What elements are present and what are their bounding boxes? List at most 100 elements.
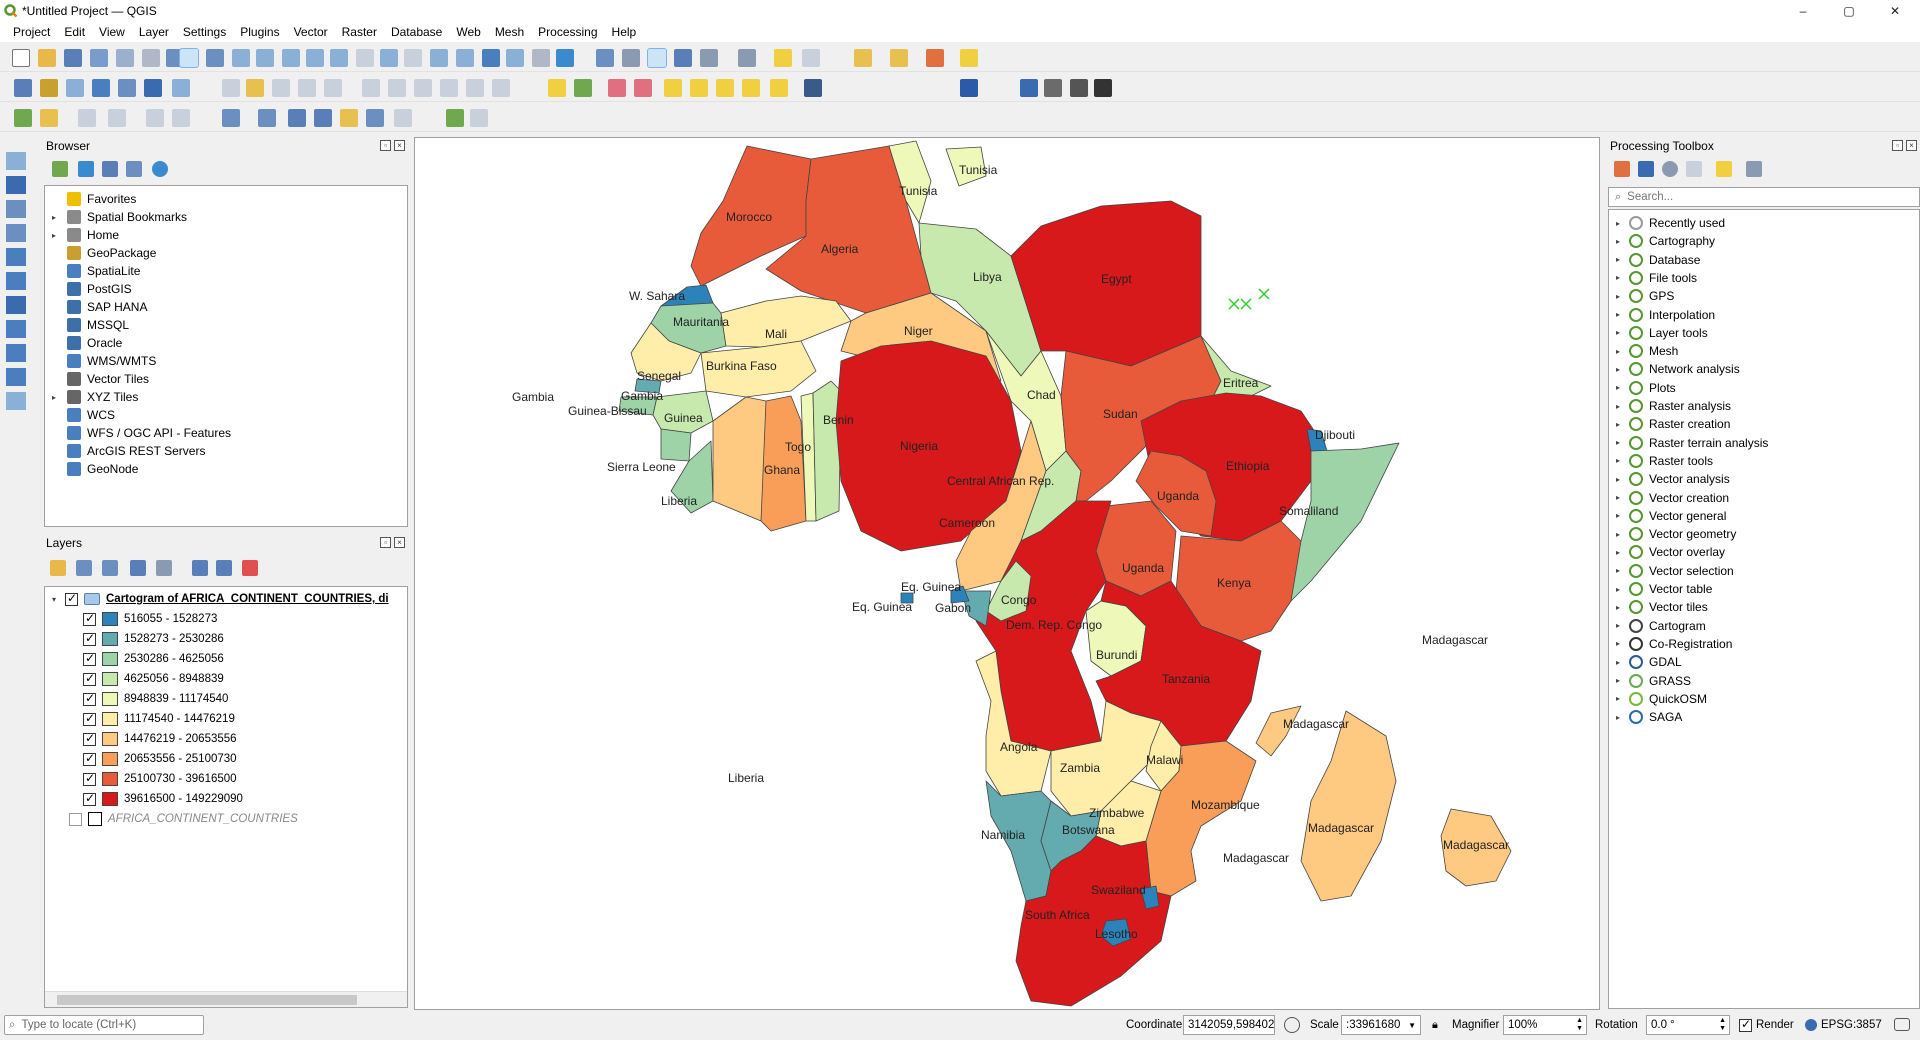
browser-item[interactable]: ArcGIS REST Servers xyxy=(49,442,205,460)
expand-arrow-icon[interactable]: ▸ xyxy=(1613,603,1623,612)
toolbox-provider-item[interactable]: ▸ Vector general xyxy=(1613,507,1726,525)
expand-arrow-icon[interactable]: ▸ xyxy=(1613,621,1623,630)
browser-item[interactable]: WMS/WMTS xyxy=(49,352,156,370)
new-map-view-icon[interactable] xyxy=(430,49,448,67)
class-visibility-checkbox[interactable] xyxy=(83,651,96,666)
expand-arrow-icon[interactable]: ▸ xyxy=(1613,639,1623,648)
pan-map-icon[interactable] xyxy=(179,48,199,68)
expand-all-icon[interactable] xyxy=(192,560,208,576)
digitize-edit-icon[interactable] xyxy=(40,109,58,127)
add-wcs-icon[interactable] xyxy=(6,344,26,362)
legend-class-row[interactable]: 2530286 - 4625056 xyxy=(83,649,224,669)
toolbox-provider-item[interactable]: ▸ GDAL xyxy=(1613,653,1682,671)
add-vector-layer-icon[interactable] xyxy=(6,152,26,170)
manage-map-themes-icon[interactable] xyxy=(102,560,118,576)
expand-arrow-icon[interactable]: ▸ xyxy=(1613,420,1623,429)
add-virtual-layer-icon[interactable] xyxy=(6,296,26,314)
add-selected-layers-icon[interactable] xyxy=(52,161,68,177)
expand-arrow-icon[interactable]: ▸ xyxy=(1613,493,1623,502)
paste-features-icon[interactable] xyxy=(440,79,458,97)
history-icon[interactable] xyxy=(1662,161,1678,177)
processing-toolbox-icon[interactable] xyxy=(647,48,667,68)
plugin-tool-icon[interactable] xyxy=(446,109,464,127)
map-canvas[interactable]: Tunisia Tunisia Morocco Algeria Libya Eg… xyxy=(414,137,1600,1010)
toolbox-provider-item[interactable]: ▸ SAGA xyxy=(1613,708,1682,726)
crs-value[interactable]: EPSG:3857 xyxy=(1821,1019,1882,1031)
new-3d-view-icon[interactable] xyxy=(456,49,474,67)
browser-item[interactable]: GeoNode xyxy=(49,460,138,478)
expand-arrow-icon[interactable]: ▸ xyxy=(1613,365,1623,374)
zoom-next-icon[interactable] xyxy=(404,49,422,67)
vertex-tool-icon[interactable] xyxy=(324,79,342,97)
diagram-tool-icon[interactable] xyxy=(742,79,760,97)
simplify-icon[interactable] xyxy=(314,109,332,127)
toolbox-provider-item[interactable]: ▸ Raster tools xyxy=(1613,452,1713,470)
zoom-native-icon[interactable] xyxy=(356,49,374,67)
menu-web[interactable]: Web xyxy=(449,25,487,39)
move-feature-icon[interactable] xyxy=(258,109,276,127)
toolbox-provider-item[interactable]: ▸ Cartogram xyxy=(1613,617,1706,635)
python-console-icon[interactable] xyxy=(1020,79,1038,97)
field-calculator-icon[interactable] xyxy=(700,49,718,67)
expand-arrow-icon[interactable]: ▸ xyxy=(1613,548,1623,557)
temporal-controller-icon[interactable] xyxy=(532,49,550,67)
expand-arrow-icon[interactable]: ▸ xyxy=(1613,475,1623,484)
data-source-manager-icon[interactable] xyxy=(14,79,32,97)
grid-icon[interactable] xyxy=(1094,79,1112,97)
layer-labeling-icon[interactable] xyxy=(574,79,592,97)
menu-plugins[interactable]: Plugins xyxy=(233,25,286,39)
select-by-value-icon[interactable] xyxy=(890,49,908,67)
label-properties-icon[interactable] xyxy=(770,79,788,97)
expand-arrow-icon[interactable]: ▸ xyxy=(1613,530,1623,539)
scrollbar-thumb[interactable] xyxy=(57,995,357,1005)
layers-float-button[interactable]: ▫ xyxy=(380,537,391,548)
zoom-in-icon[interactable] xyxy=(232,49,250,67)
legend-class-row[interactable]: 20653556 - 25100730 xyxy=(83,749,237,769)
toolbox-float-button[interactable]: ▫ xyxy=(1892,140,1903,151)
expand-arrow-icon[interactable]: ▸ xyxy=(1613,694,1623,703)
expand-arrow-icon[interactable]: ▸ xyxy=(1613,328,1623,337)
browser-item[interactable]: WCS xyxy=(49,406,115,424)
toolbox-provider-item[interactable]: ▸ Co-Registration xyxy=(1613,635,1732,653)
toolbox-provider-item[interactable]: ▸ Cartography xyxy=(1613,232,1715,250)
horizontal-scrollbar[interactable] xyxy=(45,991,407,1007)
layer-visibility-checkbox[interactable] xyxy=(65,591,78,606)
layer-styling-icon[interactable] xyxy=(50,560,66,576)
menu-database[interactable]: Database xyxy=(384,25,449,39)
text-annotation-icon[interactable] xyxy=(802,49,820,67)
browser-item[interactable]: MSSQL xyxy=(49,316,129,334)
magnifier-field[interactable]: 100% ▲ ▼ xyxy=(1503,1015,1587,1035)
add-raster-layer-icon[interactable] xyxy=(6,176,26,194)
python-scripts-icon[interactable] xyxy=(1638,161,1654,177)
statistics-icon[interactable] xyxy=(674,49,692,67)
redo-icon[interactable] xyxy=(492,79,510,97)
new-layer-icon[interactable] xyxy=(6,392,26,410)
properties-info-icon[interactable] xyxy=(152,161,168,177)
expand-arrow-icon[interactable]: ▸ xyxy=(1613,219,1623,228)
locator-input[interactable]: ⌕ Type to locate (Ctrl+K) xyxy=(4,1015,204,1035)
browser-item[interactable]: SAP HANA xyxy=(49,298,147,316)
expand-arrow-icon[interactable]: ▸ xyxy=(49,393,59,402)
new-virtual-layer-icon[interactable] xyxy=(144,79,162,97)
expand-arrow-icon[interactable]: ▸ xyxy=(1613,713,1623,722)
cut-features-icon[interactable] xyxy=(388,79,406,97)
toolbox-provider-item[interactable]: ▸ Recently used xyxy=(1613,214,1725,232)
legend-class-row[interactable]: 39616500 - 149229090 xyxy=(83,789,243,809)
browser-close-button[interactable]: × xyxy=(394,140,405,151)
save-as-icon[interactable] xyxy=(90,49,108,67)
polygon-tool-icon[interactable] xyxy=(172,109,190,127)
save-edits-icon[interactable] xyxy=(272,79,290,97)
model-designer-icon[interactable] xyxy=(1044,79,1062,97)
show-bookmarks-icon[interactable] xyxy=(506,49,524,67)
toolbox-provider-item[interactable]: ▸ Vector geometry xyxy=(1613,525,1736,543)
browser-item[interactable]: ▸ Spatial Bookmarks xyxy=(49,208,187,226)
zoom-layer-icon[interactable] xyxy=(330,49,348,67)
advanced-digitize-icon[interactable] xyxy=(222,109,240,127)
current-edits-icon[interactable] xyxy=(222,79,240,97)
messages-icon[interactable] xyxy=(1894,1018,1910,1031)
copy-features-icon[interactable] xyxy=(414,79,432,97)
metasearch-icon[interactable] xyxy=(960,79,978,97)
expand-arrow-icon[interactable]: ▸ xyxy=(1613,585,1623,594)
models-icon[interactable] xyxy=(1614,161,1630,177)
add-mesh-layer-icon[interactable] xyxy=(6,200,26,218)
